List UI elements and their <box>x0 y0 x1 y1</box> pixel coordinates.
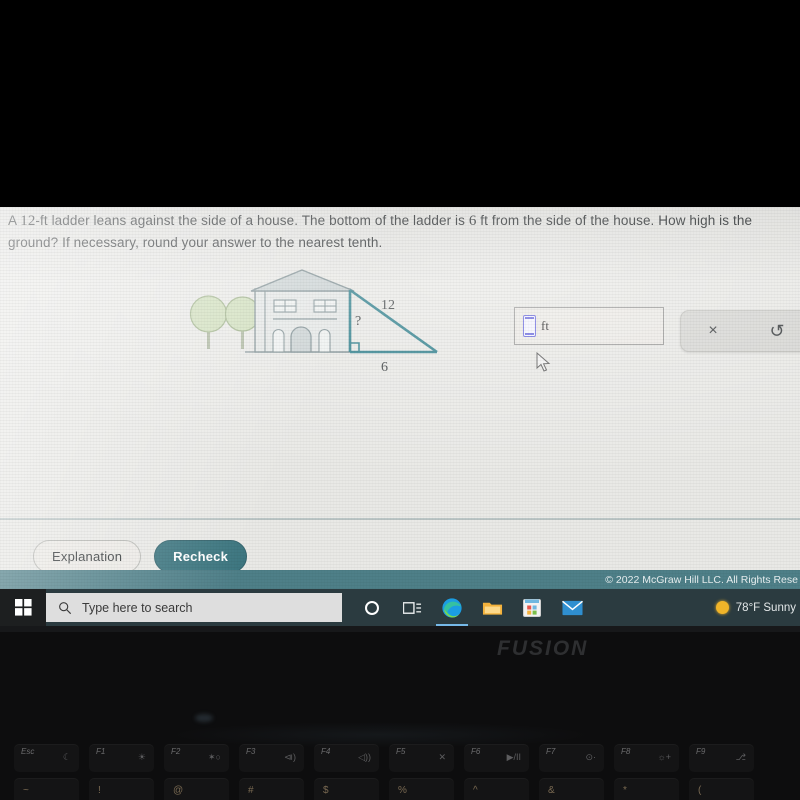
laptop-lower-body: FUSION Esc ☾ F1 ☀ F2 ✶○ F3 ⧏) F4 ◁)) F5 ✕ F6 ▶/… <box>0 626 800 800</box>
windows-taskbar: Type here to search 78°F Sunny <box>0 589 800 626</box>
task-view-icon[interactable] <box>400 596 424 620</box>
edge-icon[interactable] <box>436 596 468 626</box>
explanation-button[interactable]: Explanation <box>33 540 142 573</box>
browser-screen: A 12-ft ladder leans against the side of… <box>0 207 800 589</box>
search-icon <box>59 601 72 614</box>
key-3[interactable]: # <box>239 778 304 800</box>
file-explorer-icon[interactable] <box>480 596 504 620</box>
mouse-cursor <box>536 352 551 372</box>
section-divider <box>0 518 800 520</box>
key-2[interactable]: @ <box>164 778 229 800</box>
number-key-row: ~ ! @ # $ % ^ & * ( <box>0 778 800 800</box>
value-12: 12 <box>20 213 36 229</box>
key-f2[interactable]: F2 ✶○ <box>164 744 229 772</box>
key-9[interactable]: ( <box>689 778 754 800</box>
key-f9[interactable]: F9 ⎇ <box>689 744 754 772</box>
clear-button[interactable]: × <box>681 323 745 339</box>
bezel-specular-highlight <box>195 714 213 722</box>
key-f7[interactable]: F7 ⊙· <box>539 744 604 772</box>
cortana-icon[interactable] <box>360 596 384 620</box>
question-text: A 12-ft ladder leans against the side of… <box>8 210 800 254</box>
key-f5[interactable]: F5 ✕ <box>389 744 454 772</box>
key-tilde[interactable]: ~ <box>14 778 79 800</box>
answer-input[interactable]: ft <box>514 307 664 345</box>
key-f3[interactable]: F3 ⧏) <box>239 744 304 772</box>
laptop-keyboard: Esc ☾ F1 ☀ F2 ✶○ F3 ⧏) F4 ◁)) F5 ✕ F6 ▶/II F7 ⊙·… <box>0 744 800 800</box>
action-buttons: Explanation Recheck <box>33 540 248 573</box>
function-key-row: Esc ☾ F1 ☀ F2 ✶○ F3 ⧏) F4 ◁)) F5 ✕ F6 ▶/II F7 ⊙·… <box>0 744 800 772</box>
question-line-2: ground? If necessary, round your answer … <box>8 235 383 250</box>
laptop-screen-photo: A 12-ft ladder leans against the side of… <box>0 0 800 800</box>
weather-label[interactable]: 78°F Sunny <box>736 602 796 614</box>
taskbar-icons <box>342 596 584 626</box>
system-tray: 78°F Sunny <box>715 601 800 614</box>
key-f4[interactable]: F4 ◁)) <box>314 744 379 772</box>
key-4[interactable]: $ <box>314 778 379 800</box>
key-5[interactable]: % <box>389 778 454 800</box>
tree-left <box>189 295 228 349</box>
key-6[interactable]: ^ <box>464 778 529 800</box>
start-button[interactable] <box>0 589 46 626</box>
laptop-brand-logo: FUSION <box>497 637 589 660</box>
copyright-footer: © 2022 McGraw Hill LLC. All Rights Rese <box>0 570 800 589</box>
key-f8[interactable]: F8 ☼+ <box>614 744 679 772</box>
taskbar-search[interactable]: Type here to search <box>46 593 342 622</box>
answer-tools-panel[interactable]: × ↺ <box>680 310 800 352</box>
math-entry-slot-icon[interactable] <box>523 315 536 337</box>
mail-icon[interactable] <box>560 596 584 620</box>
key-esc[interactable]: Esc ☾ <box>14 744 79 772</box>
question-line-1: A 12-ft ladder leans against the side of… <box>8 213 753 229</box>
key-1[interactable]: ! <box>89 778 154 800</box>
label-vertical-question: ? <box>355 314 361 329</box>
figure-svg: 12 ? 6 <box>189 269 438 375</box>
recheck-button[interactable]: Recheck <box>154 540 248 573</box>
house-ladder-figure: 12 ? 6 <box>185 267 455 387</box>
sun-icon <box>715 601 729 614</box>
laptop-top-bezel <box>0 0 800 207</box>
copyright-text: © 2022 McGraw Hill LLC. All Rights Rese <box>605 573 798 586</box>
label-base-6: 6 <box>381 360 388 375</box>
microsoft-store-icon[interactable] <box>520 596 544 620</box>
unit-label: ft <box>541 318 549 333</box>
key-7[interactable]: & <box>539 778 604 800</box>
key-f1[interactable]: F1 ☀ <box>89 744 154 772</box>
laptop-hinge <box>0 626 800 632</box>
undo-button[interactable]: ↺ <box>745 322 800 340</box>
key-8[interactable]: * <box>614 778 679 800</box>
search-placeholder: Type here to search <box>82 600 193 615</box>
windows-logo-icon <box>14 599 32 616</box>
key-f6[interactable]: F6 ▶/II <box>464 744 529 772</box>
label-hypotenuse-12: 12 <box>381 298 395 313</box>
